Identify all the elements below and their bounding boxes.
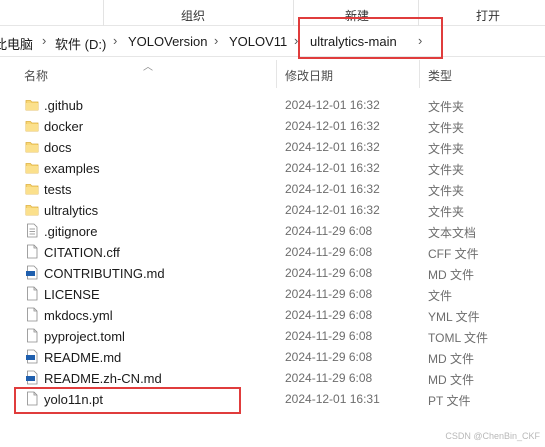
file-modified-date: 2024-11-29 6:08 xyxy=(285,308,373,322)
file-type: 文件夹 xyxy=(428,184,465,198)
file-type: 文件夹 xyxy=(428,205,465,219)
file-row[interactable]: docs 2024-12-01 16:32 文件夹 xyxy=(0,136,545,157)
markdown-file-icon xyxy=(25,265,39,280)
breadcrumb-chevron-icon[interactable]: › xyxy=(113,33,117,48)
file-name: pyproject.toml xyxy=(44,329,125,344)
file-modified-date: 2024-11-29 6:08 xyxy=(285,245,373,259)
file-type: 文件夹 xyxy=(428,121,465,135)
address-bar[interactable]: 此电脑 › 软件 (D:) › YOLOVersion › YOLOV11 › … xyxy=(0,27,545,57)
column-divider[interactable] xyxy=(276,60,277,88)
file-type: 文件 xyxy=(428,289,453,303)
file-type: 文本文档 xyxy=(428,226,477,240)
file-row[interactable]: tests 2024-12-01 16:32 文件夹 xyxy=(0,178,545,199)
folder-icon xyxy=(25,139,39,154)
breadcrumb-chevron-icon[interactable]: › xyxy=(42,33,46,48)
column-header-name[interactable]: 名称 xyxy=(24,67,48,84)
breadcrumb-yolov11[interactable]: YOLOV11 xyxy=(229,34,287,49)
file-modified-date: 2024-12-01 16:32 xyxy=(285,161,380,175)
file-row[interactable]: .github 2024-12-01 16:32 文件夹 xyxy=(0,94,545,115)
file-name: CONTRIBUTING.md xyxy=(44,266,165,281)
file-row[interactable]: README.md 2024-11-29 6:08 MD 文件 xyxy=(0,346,545,367)
file-icon xyxy=(25,286,39,301)
file-modified-date: 2024-11-29 6:08 xyxy=(285,371,373,385)
file-type: 文件夹 xyxy=(428,100,465,114)
breadcrumb-this-pc[interactable]: 此电脑 xyxy=(0,34,33,53)
file-row[interactable]: pyproject.toml 2024-11-29 6:08 TOML 文件 xyxy=(0,325,545,346)
file-type: PT 文件 xyxy=(428,394,471,408)
file-icon xyxy=(25,244,39,259)
folder-icon xyxy=(25,160,39,175)
highlight-box-current-folder xyxy=(298,17,443,59)
file-type: TOML 文件 xyxy=(428,331,489,345)
file-modified-date: 2024-12-01 16:32 xyxy=(285,203,380,217)
file-type: YML 文件 xyxy=(428,310,480,324)
file-modified-date: 2024-12-01 16:32 xyxy=(285,182,380,196)
file-type: CFF 文件 xyxy=(428,247,479,261)
text-file-icon xyxy=(25,223,39,238)
ribbon-group-bar: 组织 新建 打开 xyxy=(0,0,545,26)
markdown-file-icon xyxy=(25,349,39,364)
file-type: MD 文件 xyxy=(428,352,474,366)
sort-up-icon: ︿ xyxy=(143,62,153,73)
file-name: README.md xyxy=(44,350,122,365)
file-name: docker xyxy=(44,119,84,134)
file-modified-date: 2024-11-29 6:08 xyxy=(285,224,373,238)
ribbon-divider xyxy=(103,0,104,26)
ribbon-group-organize[interactable]: 组织 xyxy=(181,7,205,24)
file-modified-date: 2024-11-29 6:08 xyxy=(285,266,373,280)
file-type: MD 文件 xyxy=(428,268,474,282)
file-modified-date: 2024-11-29 6:08 xyxy=(285,287,373,301)
file-row[interactable]: ultralytics 2024-12-01 16:32 文件夹 xyxy=(0,199,545,220)
file-name: .gitignore xyxy=(44,224,98,239)
file-row[interactable]: CONTRIBUTING.md 2024-11-29 6:08 MD 文件 xyxy=(0,262,545,283)
file-type: 文件夹 xyxy=(428,163,465,177)
file-icon xyxy=(25,328,39,343)
folder-icon xyxy=(25,97,39,112)
file-row[interactable]: .gitignore 2024-11-29 6:08 文本文档 xyxy=(0,220,545,241)
column-header-row: 名称 修改日期 类型 xyxy=(0,60,545,88)
watermark: CSDN @ChenBin_CKF xyxy=(445,431,540,441)
file-modified-date: 2024-12-01 16:31 xyxy=(285,392,380,406)
file-name: docs xyxy=(44,140,72,155)
file-modified-date: 2024-12-01 16:32 xyxy=(285,98,380,112)
ribbon-group-open[interactable]: 打开 xyxy=(476,7,500,24)
column-divider[interactable] xyxy=(419,60,420,88)
column-header-type[interactable]: 类型 xyxy=(428,67,452,84)
file-row[interactable]: examples 2024-12-01 16:32 文件夹 xyxy=(0,157,545,178)
file-name: LICENSE xyxy=(44,287,100,302)
file-icon xyxy=(25,307,39,322)
highlight-box-selected-file xyxy=(14,387,241,414)
file-row[interactable]: README.zh-CN.md 2024-11-29 6:08 MD 文件 xyxy=(0,367,545,388)
folder-icon xyxy=(25,181,39,196)
file-row[interactable]: docker 2024-12-01 16:32 文件夹 xyxy=(0,115,545,136)
file-name: README.zh-CN.md xyxy=(44,371,162,386)
file-modified-date: 2024-11-29 6:08 xyxy=(285,329,373,343)
file-row[interactable]: CITATION.cff 2024-11-29 6:08 CFF 文件 xyxy=(0,241,545,262)
file-name: ultralytics xyxy=(44,203,99,218)
file-modified-date: 2024-11-29 6:08 xyxy=(285,350,373,364)
file-row[interactable]: LICENSE 2024-11-29 6:08 文件 xyxy=(0,283,545,304)
file-name: mkdocs.yml xyxy=(44,308,113,323)
file-modified-date: 2024-12-01 16:32 xyxy=(285,140,380,154)
breadcrumb-yoloversion[interactable]: YOLOVersion xyxy=(128,34,208,49)
folder-icon xyxy=(25,202,39,217)
breadcrumb-chevron-icon[interactable]: › xyxy=(214,33,218,48)
file-type: MD 文件 xyxy=(428,373,474,387)
file-name: tests xyxy=(44,182,72,197)
markdown-file-icon xyxy=(25,370,39,385)
file-row[interactable]: mkdocs.yml 2024-11-29 6:08 YML 文件 xyxy=(0,304,545,325)
breadcrumb-drive-d[interactable]: 软件 (D:) xyxy=(55,34,106,53)
column-header-date[interactable]: 修改日期 xyxy=(285,67,333,84)
ribbon-divider xyxy=(293,0,294,26)
file-name: .github xyxy=(44,98,84,113)
folder-icon xyxy=(25,118,39,133)
file-name: CITATION.cff xyxy=(44,245,120,260)
file-name: examples xyxy=(44,161,100,176)
file-modified-date: 2024-12-01 16:32 xyxy=(285,119,380,133)
file-type: 文件夹 xyxy=(428,142,465,156)
